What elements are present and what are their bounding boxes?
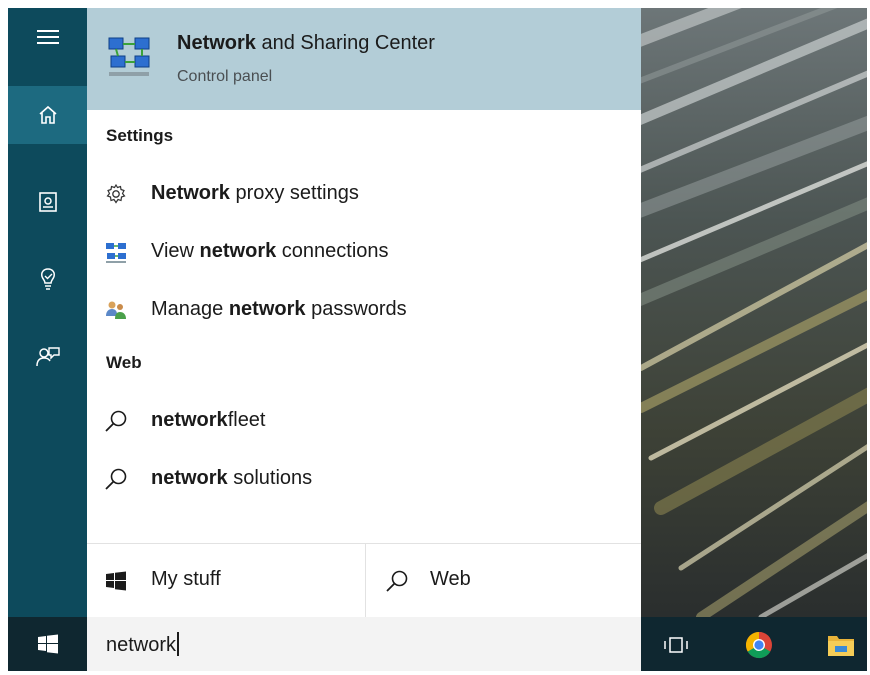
task-view-icon [664,637,688,653]
result-network-proxy-settings[interactable]: Network proxy settings [87,169,641,217]
file-explorer-button[interactable] [826,630,856,660]
result-label: Manage network passwords [151,297,407,320]
web-suggestion-network-solutions[interactable]: network solutions [87,454,641,502]
my-stuff-button[interactable]: My stuff [87,544,365,618]
start-search-screen: Network and Sharing Center Control panel… [8,8,867,671]
text-caret [177,632,179,656]
result-label: networkfleet [151,408,266,431]
gear-icon [106,183,126,204]
chrome-taskbar-button[interactable] [744,630,774,660]
feedback-button[interactable] [8,328,87,386]
desktop-wallpaper [641,8,867,617]
search-query: network [106,632,179,657]
start-button[interactable] [8,617,87,671]
reminders-button[interactable] [8,250,87,308]
network-sharing-center-icon [108,37,150,76]
best-match-result[interactable]: Network and Sharing Center Control panel [87,8,641,110]
credential-manager-icon [106,301,126,319]
feedback-icon [35,347,60,367]
search-results-panel: Network and Sharing Center Control panel… [87,8,641,618]
windows-logo-icon [37,634,58,654]
notebook-icon [38,192,57,212]
taskbar: network [8,617,867,671]
result-view-network-connections[interactable]: View network connections [87,227,641,275]
result-label: network solutions [151,466,313,489]
best-match-subtitle: Control panel [177,68,273,85]
cortana-rail [8,8,87,617]
settings-section-header: Settings [106,126,174,145]
notebook-button[interactable] [8,173,87,231]
result-manage-network-passwords[interactable]: Manage network passwords [87,285,641,333]
network-connections-icon [106,243,126,263]
result-label: View network connections [151,239,389,262]
web-scope-label: Web [430,568,471,590]
web-section-header: Web [106,353,142,372]
file-explorer-icon [828,636,854,656]
wallpaper-streaks [641,8,867,617]
web-scope-button[interactable]: Web [365,544,642,618]
hamburger-menu-icon [36,30,59,44]
home-icon [38,105,57,124]
search-icon [105,410,127,432]
search-icon [386,570,408,592]
chrome-icon [745,631,772,659]
result-label: Network proxy settings [151,181,359,204]
lightbulb-icon [40,268,55,290]
home-button[interactable] [8,86,87,144]
hamburger-menu-button[interactable] [8,8,87,66]
web-suggestion-networkfleet[interactable]: networkfleet [87,396,641,444]
task-view-button[interactable] [661,630,691,660]
search-icon [105,468,127,490]
best-match-title: Network and Sharing Center [177,32,435,54]
search-input[interactable]: network [87,617,641,671]
my-stuff-label: My stuff [151,568,221,590]
search-scope-bar: My stuff Web [87,543,641,618]
windows-logo-icon [106,571,126,591]
